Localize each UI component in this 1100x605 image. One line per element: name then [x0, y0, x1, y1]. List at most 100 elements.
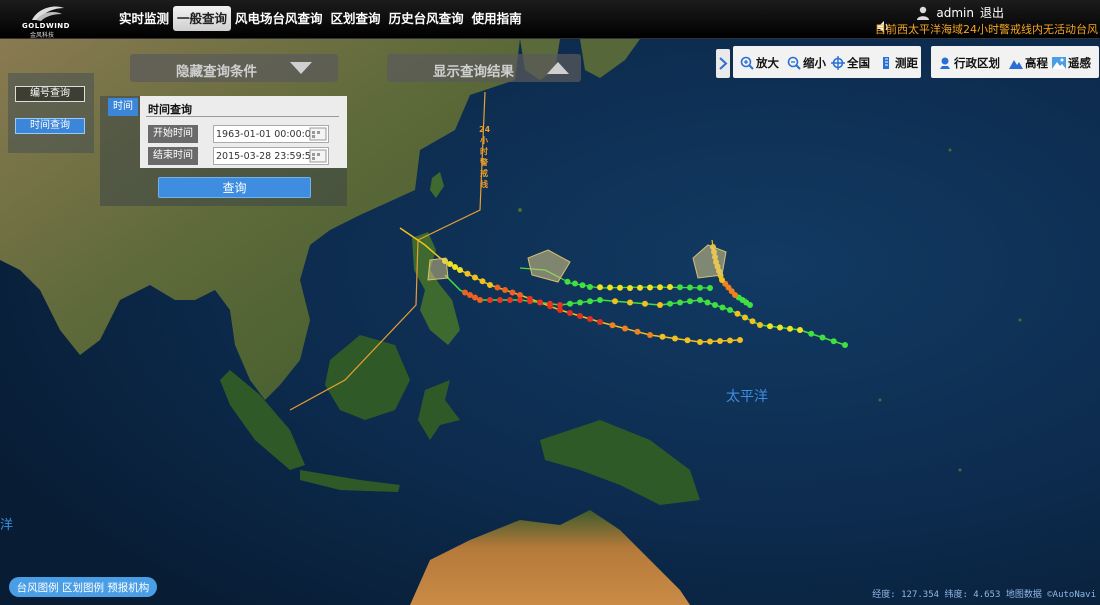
track-point [727, 337, 733, 344]
admin-division-label: 行政区划 [954, 56, 1000, 70]
pacific-ocean-label: 太平洋 [726, 389, 768, 405]
track-point [597, 284, 603, 291]
map-pin-icon [940, 57, 950, 69]
full-country-label: 全国 [847, 56, 870, 70]
ruler-icon [883, 57, 889, 69]
show-results-label: 显示查询结果 [433, 64, 514, 80]
nav-item-1[interactable]: 一般查询 [173, 6, 232, 31]
track-point [577, 299, 583, 306]
remote-sensing-tool[interactable]: 遥感 [1052, 55, 1091, 71]
track-point [587, 316, 593, 322]
top-navigation-bar: GOLDWIND 金风科技 实时监测 一般查询 风电场台风查询 区划查询 历史台风查询使… [0, 0, 1100, 39]
time-query-form: 时间查询 开始时间 结束时间 [140, 96, 347, 168]
track-point [457, 267, 463, 273]
track-point [622, 325, 628, 332]
end-time-label: 结束时间 [148, 147, 198, 165]
track-point [737, 337, 743, 343]
track-point [517, 297, 523, 303]
track-point [464, 270, 471, 277]
track-point [567, 310, 573, 316]
time-query-button[interactable]: 时间查询 [15, 118, 85, 134]
query-type-tabs: 编号查询 时间查询 [8, 73, 94, 153]
track-point [587, 284, 593, 290]
track-point [487, 282, 493, 288]
logo-text: GOLDWIND [22, 22, 70, 30]
chevron-up-icon [547, 62, 569, 74]
track-point [704, 299, 711, 306]
nav-item-0[interactable]: 实时监测 [115, 6, 173, 31]
track-point [609, 322, 616, 329]
zoom-out-label: 缩小 [803, 56, 826, 70]
track-point [667, 300, 673, 307]
track-point [719, 304, 726, 311]
coordinate-readout: 经度: 127.354 纬度: 4.653 地图数据 ©AutoNavi [872, 587, 1096, 600]
nav-item-5[interactable]: 使用指南 [468, 6, 526, 31]
elevation-label: 高程 [1025, 56, 1048, 70]
number-query-button[interactable]: 编号查询 [15, 86, 85, 102]
zoom-in-icon [740, 56, 754, 70]
warning-line-label: 24小时警戒线 [479, 125, 491, 189]
track-point [462, 289, 468, 296]
zoom-in-tool[interactable]: 放大 [740, 55, 779, 71]
track-point [697, 339, 703, 345]
nav-item-3[interactable]: 区划查询 [327, 6, 385, 31]
track-point [617, 284, 623, 291]
nav-item-4[interactable]: 历史台风查询 [385, 6, 468, 31]
form-divider [146, 116, 339, 117]
track-point [527, 298, 533, 305]
calendar-icon[interactable] [309, 127, 327, 141]
nav-item-2[interactable]: 风电场台风查询 [231, 6, 327, 31]
forecast-agency-button[interactable]: 预报机构 [107, 580, 149, 595]
zoom-out-tool[interactable]: 缩小 [787, 55, 826, 71]
query-button[interactable]: 查询 [158, 177, 311, 198]
zoom-out-icon [787, 56, 801, 70]
track-point [647, 284, 653, 291]
track-point [787, 325, 793, 332]
full-country-tool[interactable]: 全国 [831, 55, 870, 71]
elevation-tool[interactable]: 高程 [1009, 55, 1048, 71]
admin-division-tool[interactable]: 行政区划 [938, 55, 1000, 71]
track-point [637, 284, 643, 291]
track-point [757, 322, 763, 328]
track-point [487, 297, 493, 303]
track-point [472, 274, 478, 281]
track-point [557, 302, 563, 308]
track-point [734, 310, 741, 317]
track-point [767, 323, 773, 330]
logout-link[interactable]: 退出 [980, 4, 1004, 21]
zoom-in-label: 放大 [756, 56, 779, 70]
track-point [677, 299, 683, 306]
track-point [707, 338, 713, 345]
form-title: 时间查询 [148, 103, 192, 116]
track-point [797, 327, 803, 333]
track-point [597, 297, 603, 303]
track-point [777, 324, 783, 331]
show-results-toggle[interactable]: 显示查询结果 [387, 54, 581, 82]
track-point [612, 298, 618, 305]
username: admin [936, 5, 974, 20]
typhoon-legend-button[interactable]: 台风图例 [17, 580, 59, 595]
track-point [497, 297, 503, 303]
map-tools: 放大 缩小 全国 测距 [733, 46, 921, 78]
satellite-image-icon [1052, 57, 1066, 69]
map-layer-tools: 行政区划 高程 遥感 [931, 46, 1099, 78]
remote-sensing-label: 遥感 [1068, 56, 1091, 70]
time-tab[interactable]: 时间 [108, 98, 138, 116]
track-point [647, 332, 653, 338]
measure-tool[interactable]: 测距 [879, 55, 918, 71]
track-point [634, 328, 641, 335]
hide-conditions-toggle[interactable]: 隐藏查询条件 [130, 54, 338, 82]
track-point [597, 319, 603, 325]
track-point [547, 300, 553, 307]
calendar-icon[interactable] [309, 149, 327, 163]
track-point [577, 313, 583, 319]
track-point [642, 300, 648, 307]
track-point [677, 284, 683, 291]
track-point [727, 307, 733, 313]
toolbar-collapse-button[interactable] [716, 49, 730, 78]
user-area: admin 退出 [916, 4, 1004, 21]
measure-label: 测距 [895, 56, 918, 70]
region-legend-button[interactable]: 区划图例 [62, 580, 104, 595]
track-point [672, 335, 678, 342]
track-point [808, 330, 815, 337]
